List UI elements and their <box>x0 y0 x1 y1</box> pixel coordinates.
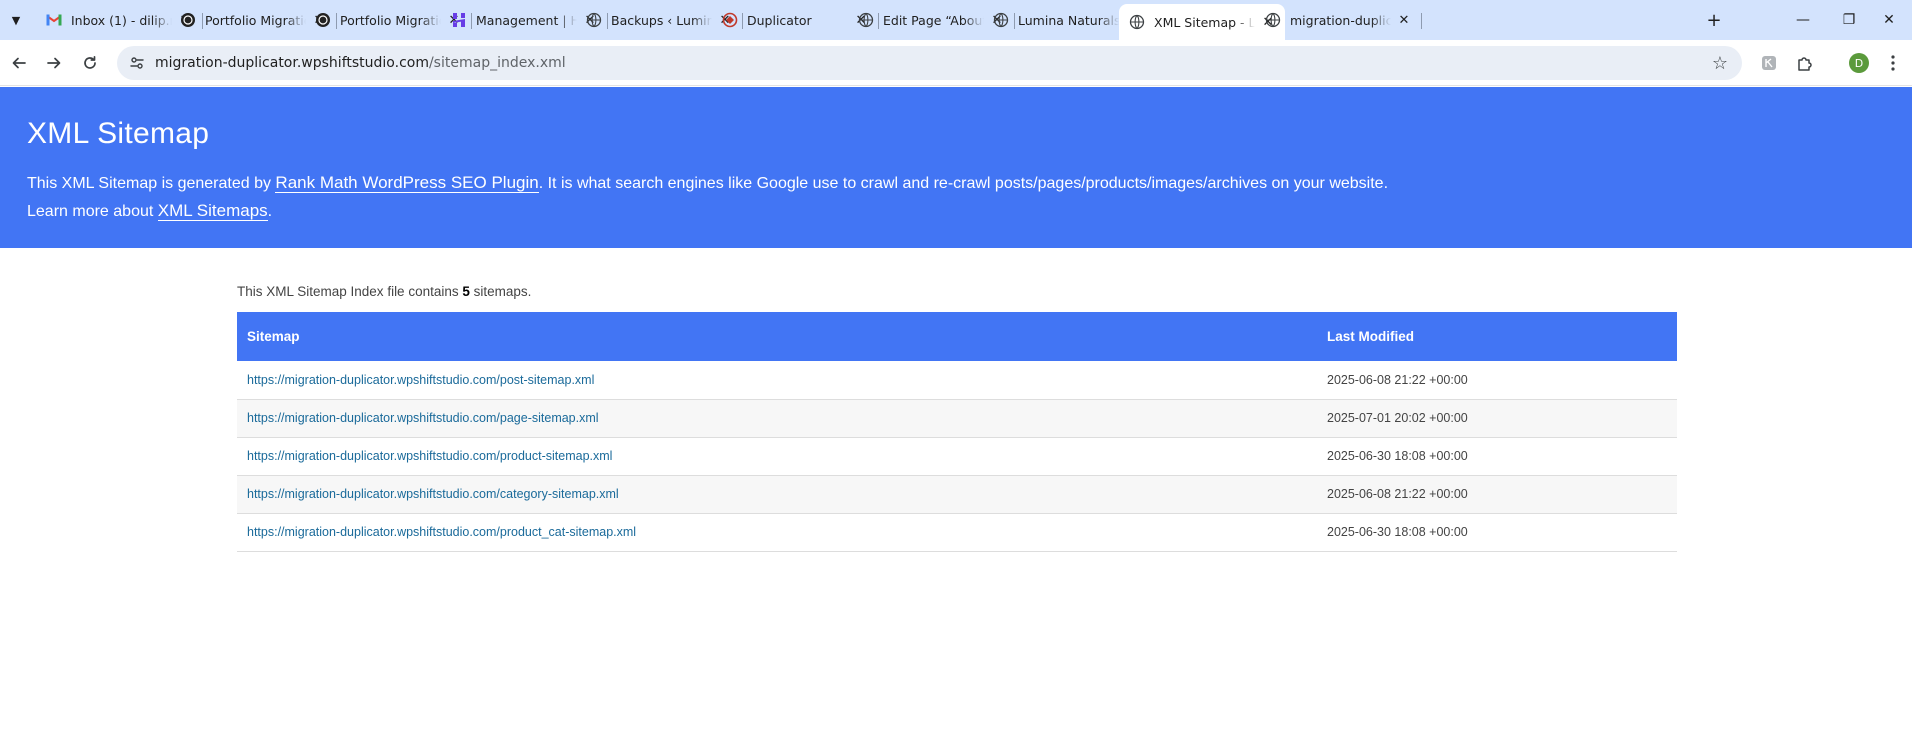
last-modified-cell: 2025-07-01 20:02 +00:00 <box>1327 411 1468 425</box>
sitemap-url-cell: https://migration-duplicator.wpshiftstud… <box>237 399 1317 437</box>
close-icon: ✕ <box>1883 12 1895 28</box>
minimize-icon: — <box>1796 12 1810 28</box>
globe-icon <box>586 12 602 28</box>
sitemap-count-text: This XML Sitemap Index file contains 5 s… <box>237 284 532 299</box>
last-modified-cell: 2025-06-08 21:22 +00:00 <box>1327 487 1468 501</box>
table-row: https://migration-duplicator.wpshiftstud… <box>237 399 1677 437</box>
table-row: https://migration-duplicator.wpshiftstud… <box>237 513 1677 551</box>
bookmark-star-icon[interactable]: ☆ <box>1712 53 1728 74</box>
hostinger-icon <box>451 12 467 28</box>
table-row: https://migration-duplicator.wpshiftstud… <box>237 437 1677 475</box>
last-modified-cell: 2025-06-30 18:08 +00:00 <box>1327 525 1468 539</box>
rank-math-link[interactable]: Rank Math WordPress SEO Plugin <box>275 173 539 193</box>
sitemap-header: XML Sitemap This XML Sitemap is generate… <box>0 87 1912 248</box>
window-close-button[interactable]: ✕ <box>1866 0 1912 40</box>
sitemap-content: This XML Sitemap Index file contains 5 s… <box>237 248 1677 552</box>
sitemap-link[interactable]: https://migration-duplicator.wpshiftstud… <box>247 373 594 387</box>
back-button[interactable] <box>7 51 31 75</box>
tab-title: Portfolio Migratio <box>340 12 441 28</box>
site-dark-icon <box>180 12 196 28</box>
header-description: This XML Sitemap is generated by Rank Ma… <box>27 173 1389 221</box>
table-header-row: Sitemap Last Modified <box>237 312 1677 361</box>
gmail-icon <box>46 12 62 28</box>
tab-title: Management | Ho <box>476 12 577 28</box>
new-tab-button[interactable]: + <box>1702 9 1726 31</box>
globe-icon <box>858 12 874 28</box>
url-path: /sitemap_index.xml <box>428 55 566 71</box>
table-row: https://migration-duplicator.wpshiftstud… <box>237 361 1677 399</box>
tab-title: migration-duplica <box>1290 12 1391 28</box>
extension-icon[interactable] <box>1758 52 1780 74</box>
tab-title: Lumina Naturals | <box>1018 12 1119 28</box>
sitemap-link[interactable]: https://migration-duplicator.wpshiftstud… <box>247 487 619 501</box>
globe-icon <box>1129 14 1145 30</box>
column-header-sitemap: Sitemap <box>247 329 300 344</box>
tab-search-button[interactable]: ▼ <box>5 9 27 31</box>
sitemap-url-cell: https://migration-duplicator.wpshiftstud… <box>237 475 1317 513</box>
last-modified-cell: 2025-06-30 18:08 +00:00 <box>1327 449 1468 463</box>
page-title: XML Sitemap <box>27 117 210 150</box>
forward-button[interactable] <box>42 51 66 75</box>
reload-button[interactable] <box>78 51 102 75</box>
tab-title: Edit Page “About” <box>883 12 984 28</box>
tab-title: Inbox (1) - dilip.ra <box>71 12 172 28</box>
last-modified-cell: 2025-06-08 21:22 +00:00 <box>1327 372 1468 387</box>
site-info-icon[interactable] <box>129 55 145 71</box>
sitemap-table: Sitemap Last Modified https://migration-… <box>237 312 1677 552</box>
column-header-last-modified: Last Modified <box>1327 329 1414 344</box>
url-host: migration-duplicator.wpshiftstudio.com <box>155 55 429 71</box>
xml-sitemaps-link[interactable]: XML Sitemaps <box>157 201 268 221</box>
tab-title: XML Sitemap - Lu <box>1154 14 1255 30</box>
tab-title: Portfolio Migratio <box>205 12 306 28</box>
address-bar[interactable]: migration-duplicator.wpshiftstudio.com/s… <box>117 46 1742 80</box>
globe-icon <box>993 12 1009 28</box>
restore-icon: ❐ <box>1842 12 1856 28</box>
duplicator-icon <box>722 12 738 28</box>
minimize-button[interactable]: — <box>1780 0 1826 40</box>
arrow-left-icon <box>12 57 26 69</box>
profile-avatar[interactable]: D <box>1849 53 1869 73</box>
browser-toolbar: migration-duplicator.wpshiftstudio.com/s… <box>0 40 1912 86</box>
sitemap-link[interactable]: https://migration-duplicator.wpshiftstud… <box>247 525 636 539</box>
tab-title: Duplicator <box>747 12 812 28</box>
table-row: https://migration-duplicator.wpshiftstud… <box>237 475 1677 513</box>
tab-strip: ▼ Inbox (1) - dilip.ra ✕ Portfolio Migrati… <box>0 0 1912 40</box>
chevron-down-icon: ▼ <box>11 13 21 27</box>
reload-icon <box>84 55 96 69</box>
sitemap-link[interactable]: https://migration-duplicator.wpshiftstud… <box>247 411 599 425</box>
tab-title: Backups ‹ Lumine <box>611 12 712 28</box>
sitemap-link[interactable]: https://migration-duplicator.wpshiftstud… <box>247 449 612 463</box>
globe-icon <box>1265 12 1281 28</box>
arrow-right-icon <box>47 57 61 69</box>
sitemap-count: 5 <box>462 284 470 299</box>
tab-10[interactable]: migration-duplica ✕ <box>1255 4 1422 36</box>
sitemap-url-cell: https://migration-duplicator.wpshiftstud… <box>237 361 1317 399</box>
sitemap-url-cell: https://migration-duplicator.wpshiftstud… <box>237 437 1317 475</box>
more-menu-icon[interactable] <box>1882 52 1904 74</box>
extensions-puzzle-icon[interactable] <box>1794 52 1816 74</box>
site-dark-icon <box>315 12 331 28</box>
sitemap-url-cell: https://migration-duplicator.wpshiftstud… <box>237 513 1317 551</box>
tab-close-icon[interactable]: ✕ <box>1395 11 1413 29</box>
